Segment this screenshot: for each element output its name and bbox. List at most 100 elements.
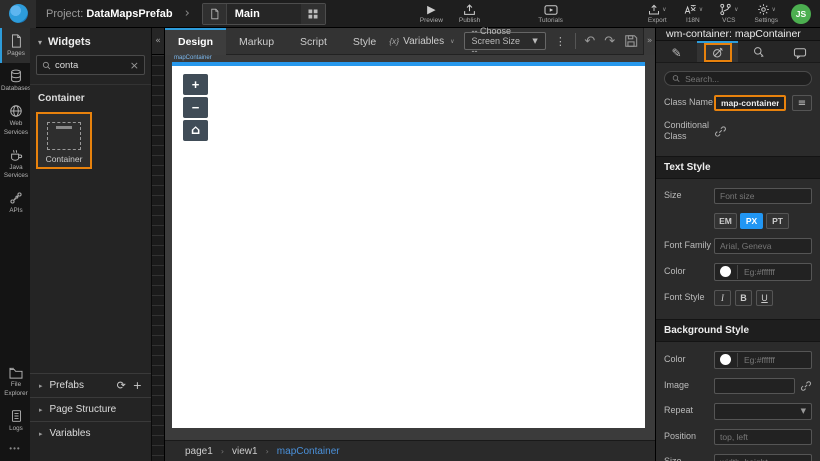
sidebar-item-apis[interactable]: APIs (0, 185, 30, 220)
bg-image-bind-button[interactable] (800, 380, 812, 392)
conditional-class-label: Conditional Class (664, 120, 714, 143)
unit-pt-button[interactable]: PT (766, 213, 789, 229)
breadcrumb-mapcontainer[interactable]: mapContainer (277, 446, 340, 457)
settings-button[interactable]: ∨ Settings (747, 0, 787, 28)
font-size-input[interactable] (714, 188, 812, 204)
unit-em-button[interactable]: EM (714, 213, 737, 229)
sidebar-item-databases[interactable]: Databases (0, 63, 30, 98)
undo-button[interactable]: ↶ (584, 35, 595, 48)
breadcrumb-page1[interactable]: page1 (185, 446, 213, 457)
map-zoom-out-button[interactable]: − (183, 97, 208, 118)
map-zoom-in-button[interactable]: + (183, 74, 208, 95)
text-color-field (714, 263, 812, 281)
text-color-swatch[interactable] (720, 266, 731, 277)
project-title: Project: DataMapsPrefab (46, 8, 173, 20)
tab-styles[interactable] (697, 41, 738, 62)
api-nodes-icon (9, 191, 23, 205)
vcs-button[interactable]: ∨ VCS (711, 0, 746, 28)
variables-button[interactable]: {x} Variables ∨ (389, 36, 454, 47)
collapse-right-panel-button[interactable]: » (643, 28, 655, 55)
app-logo[interactable] (0, 0, 36, 28)
bold-button[interactable]: B (735, 290, 752, 306)
text-color-input[interactable] (737, 265, 806, 279)
font-style-label: Font Style (664, 292, 714, 303)
caret-right-icon: ▸ (39, 382, 43, 390)
selection-label: mapContainer (174, 55, 212, 61)
tutorials-button[interactable]: Tutorials (530, 0, 571, 28)
export-button[interactable]: ∨ Export (640, 0, 675, 28)
conditional-class-bind-button[interactable] (714, 125, 727, 138)
sidebar-item-logs[interactable]: Logs (0, 403, 30, 438)
accordion-prefabs[interactable]: ▸ Prefabs ⟳ + (30, 373, 151, 397)
tutorials-label: Tutorials (538, 17, 563, 24)
preview-button[interactable]: ▶ Preview (412, 0, 451, 28)
size-label: Size (664, 190, 714, 201)
rail-overflow-button[interactable]: ••• (0, 438, 30, 461)
unit-px-button[interactable]: PX (740, 213, 763, 229)
bg-size-input[interactable] (714, 454, 812, 461)
export-label: Export (648, 17, 667, 24)
clear-search-icon[interactable]: × (130, 59, 139, 72)
screen-size-select[interactable]: -- Choose Screen Size -- ▼ (464, 32, 546, 50)
sidebar-item-pages[interactable]: Pages (0, 28, 30, 63)
more-options-button[interactable]: ⋮ (555, 35, 566, 48)
tab-inspect[interactable] (738, 41, 779, 62)
globe-icon (9, 104, 23, 118)
link-icon (800, 380, 812, 392)
italic-button[interactable]: I (714, 290, 731, 306)
bg-color-input[interactable] (737, 353, 806, 367)
sidebar-item-web-services[interactable]: Web Services (0, 98, 30, 141)
container-widget-tile[interactable]: Container (36, 112, 92, 169)
rail-label: Logs (9, 425, 23, 433)
bg-size-label: Size (664, 456, 714, 461)
redo-button[interactable]: ↷ (604, 35, 615, 48)
add-prefab-icon[interactable]: + (133, 379, 142, 392)
breadcrumb-view1[interactable]: view1 (232, 446, 258, 457)
canvas-page[interactable]: + − ⌂ (172, 62, 645, 428)
widgets-title: Widgets (48, 36, 91, 48)
tab-style[interactable]: Style (340, 28, 389, 55)
tab-script[interactable]: Script (287, 28, 340, 55)
sidebar-item-file-explorer[interactable]: File Explorer (0, 361, 30, 402)
publish-button[interactable]: Publish (451, 0, 488, 28)
rail-label: Databases (1, 85, 31, 93)
variables-icon: {x} (389, 36, 399, 46)
properties-panel-title: wm-container: mapContainer (656, 28, 820, 41)
collapse-left-panel-button[interactable]: « (152, 28, 164, 55)
vcs-branch-icon: ∨ (719, 3, 738, 16)
ruler-column: « (152, 28, 165, 461)
tab-comments[interactable] (779, 41, 820, 62)
property-search-box (664, 71, 812, 86)
map-home-button[interactable]: ⌂ (183, 120, 208, 141)
class-list-button[interactable]: ≡ (792, 95, 812, 111)
bg-color-swatch[interactable] (720, 354, 731, 365)
bg-repeat-select[interactable]: ▼ (714, 403, 812, 420)
caret-icon: ∨ (662, 6, 666, 13)
bg-position-input[interactable] (714, 429, 812, 445)
widgets-header[interactable]: ▾ Widgets (30, 28, 151, 55)
vertical-ruler (152, 55, 164, 461)
design-canvas[interactable]: mapContainer + − ⌂ (165, 55, 655, 440)
underline-button[interactable]: U (756, 290, 773, 306)
widget-search-input[interactable] (55, 60, 126, 71)
class-name-input[interactable] (714, 95, 786, 111)
caret-icon: ∨ (734, 6, 738, 13)
accordion-page-structure[interactable]: ▸ Page Structure (30, 397, 151, 421)
caret-right-icon: ▸ (39, 430, 43, 438)
i18n-button[interactable]: ∨ I18N (675, 0, 711, 28)
caret-icon: ∨ (699, 6, 703, 13)
tab-markup-edit[interactable]: ✎ (656, 41, 697, 62)
accordion-variables[interactable]: ▸ Variables (30, 421, 151, 445)
sidebar-item-java-services[interactable]: Java Services (0, 142, 30, 185)
database-icon (9, 69, 23, 83)
tab-design[interactable]: Design (165, 28, 226, 55)
grid-view-icon[interactable] (301, 4, 325, 24)
bg-image-input[interactable] (714, 378, 795, 394)
refresh-icon[interactable]: ⟳ (117, 379, 126, 392)
property-search-input[interactable] (685, 72, 804, 85)
user-avatar[interactable]: JS (791, 4, 811, 24)
page-selector[interactable]: Main (202, 3, 326, 25)
font-family-input[interactable] (714, 238, 812, 254)
tab-markup[interactable]: Markup (226, 28, 287, 55)
save-button[interactable] (624, 34, 638, 48)
